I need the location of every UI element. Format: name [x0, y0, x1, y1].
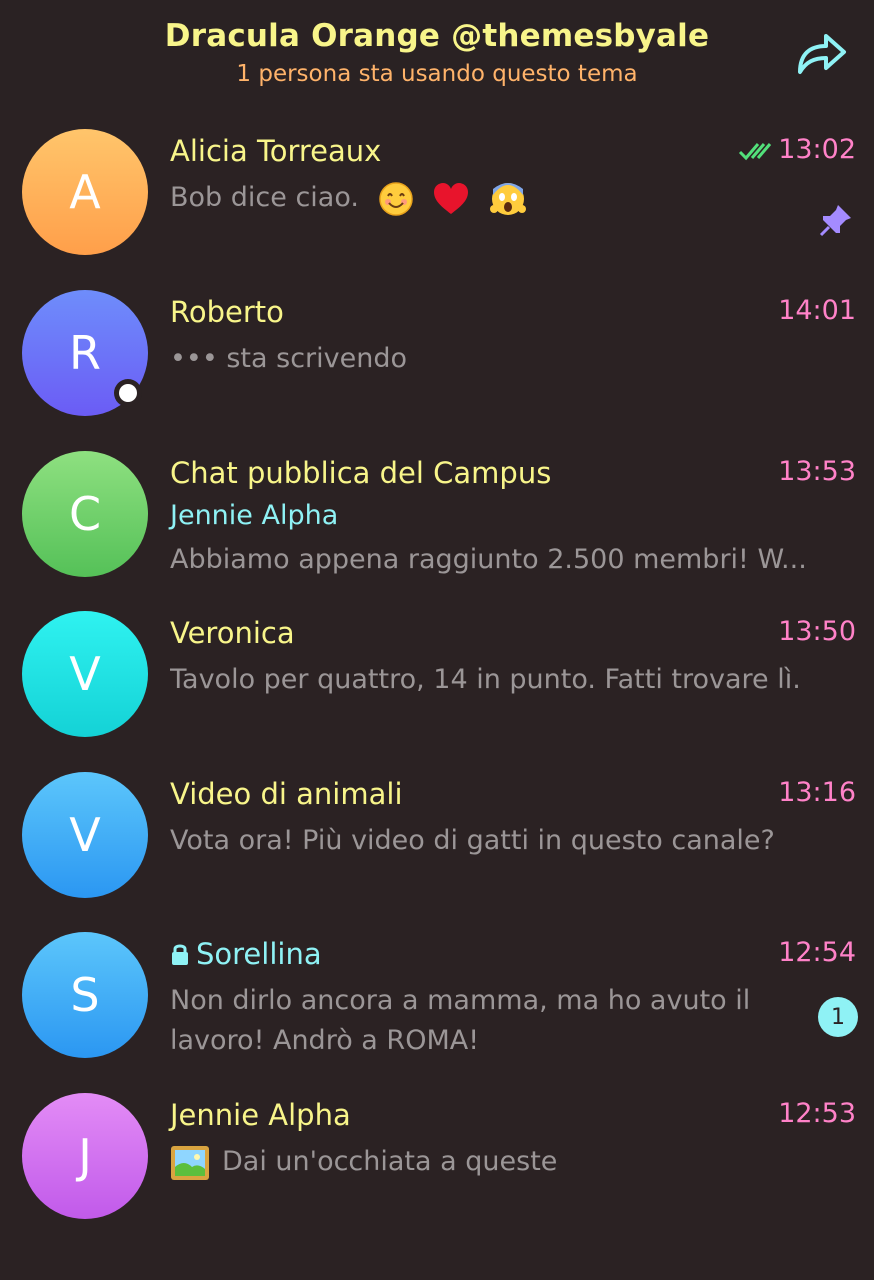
unread-badge: 1 [818, 997, 858, 1037]
page-subtitle: 1 persona sta usando questo tema [236, 61, 638, 87]
avatar-initial: J [78, 1129, 92, 1183]
framed-picture-icon [171, 1145, 209, 1180]
chat-time: 12:53 [778, 1098, 856, 1129]
avatar-initial: R [69, 326, 101, 380]
page-title: Dracula Orange @themesbyale [164, 18, 710, 54]
pin-icon [819, 205, 851, 237]
chat-row-veronica[interactable]: V Veronica 13:50 Tavolo per quattro, 14 … [0, 602, 874, 762]
avatar: A [22, 129, 148, 255]
screaming-face-icon [489, 182, 526, 215]
chat-preview: Bob dice ciao. [170, 178, 850, 218]
chat-row-video-animali[interactable]: V Video di animali 13:16 Vota ora! Più v… [0, 763, 874, 923]
avatar-initial: S [70, 968, 100, 1022]
avatar: V [22, 772, 148, 898]
chat-name: Sorellina [196, 937, 322, 971]
chat-preview: Non dirlo ancora a mamma, ma ho avuto il… [170, 985, 751, 1056]
chat-time: 13:53 [778, 456, 856, 487]
chat-name: Veronica [170, 616, 295, 650]
chat-name: Jennie Alpha [170, 1098, 351, 1132]
avatar-initial: A [69, 165, 101, 219]
chat-preview: Abbiamo appena raggiunto 2.500 membri! W… [170, 544, 807, 575]
smiling-face-icon [378, 181, 413, 216]
share-arrow-icon[interactable] [794, 28, 848, 78]
chat-time: 13:02 [778, 134, 856, 165]
chat-row-roberto[interactable]: R Roberto 14:01 ••• sta scrivendo [0, 281, 874, 441]
chat-name: Chat pubblica del Campus [170, 456, 552, 490]
chat-time: 13:50 [778, 616, 856, 647]
avatar: V [22, 611, 148, 737]
chat-time: 14:01 [778, 295, 856, 326]
chat-name-secret: Sorellina [170, 937, 322, 971]
chat-row-campus[interactable]: C Chat pubblica del Campus 13:53 Jennie … [0, 442, 874, 602]
chat-name: Video di animali [170, 777, 403, 811]
avatar: S [22, 932, 148, 1058]
avatar-initial: V [69, 647, 101, 701]
chat-name: Roberto [170, 295, 284, 329]
double-check-icon [738, 143, 772, 161]
chat-time: 13:16 [778, 777, 856, 808]
avatar-initial: V [69, 808, 101, 862]
chat-row-alicia[interactable]: A Alicia Torreaux 13:02 Bob dice ciao. [0, 120, 874, 280]
chat-row-jennie[interactable]: J Jennie Alpha 12:53 Dai un'occhiata a q… [0, 1084, 874, 1244]
lock-icon [172, 944, 188, 965]
chat-row-sorellina[interactable]: S Sorellina 12:54 Non dirlo ancora a mam… [0, 923, 874, 1083]
chat-preview: Vota ora! Più video di gatti in questo c… [170, 825, 775, 856]
preview-text: Bob dice ciao. [170, 182, 359, 213]
chat-name: Alicia Torreaux [170, 134, 382, 168]
avatar-initial: C [68, 487, 102, 541]
chat-preview: Tavolo per quattro, 14 in punto. Fatti t… [170, 664, 801, 695]
header: Dracula Orange @themesbyale 1 persona st… [0, 0, 874, 110]
avatar: J [22, 1093, 148, 1219]
avatar: C [22, 451, 148, 577]
chat-preview: ••• sta scrivendo [170, 343, 408, 374]
red-heart-icon [434, 182, 469, 214]
preview-text: Dai un'occhiata a queste [222, 1146, 558, 1177]
chat-preview: Dai un'occhiata a queste [170, 1142, 850, 1182]
chat-sender: Jennie Alpha [170, 500, 339, 531]
online-indicator [114, 379, 142, 407]
chat-time: 12:54 [778, 937, 856, 968]
